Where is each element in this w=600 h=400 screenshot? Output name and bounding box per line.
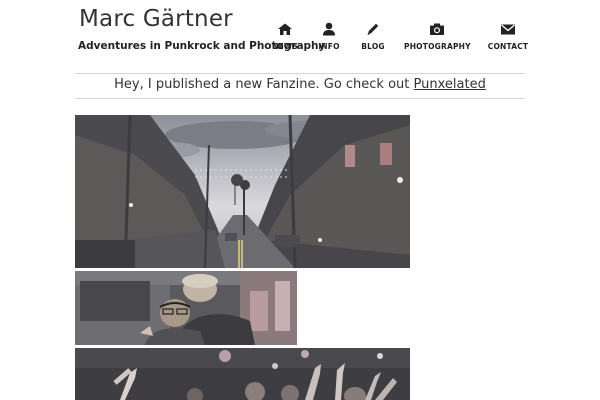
nav-item-photography[interactable]: PHOTOGRAPHY xyxy=(404,22,471,54)
pencil-icon xyxy=(358,22,388,38)
crowd-photo[interactable] xyxy=(75,348,410,400)
top-divider xyxy=(75,73,525,74)
person-icon xyxy=(314,22,344,38)
concert-hug-photo[interactable] xyxy=(75,271,297,345)
nav-item-news[interactable]: NEWS xyxy=(268,22,302,54)
fanzine-link[interactable]: Punxelated xyxy=(414,77,486,92)
nav-item-label: INFO xyxy=(318,42,340,51)
nav-item-contact[interactable]: CONTACT xyxy=(486,22,530,54)
nav-item-label: PHOTOGRAPHY xyxy=(404,42,471,51)
announcement-text: Hey, I published a new Fanzine. Go check… xyxy=(114,77,410,92)
nav-item-info[interactable]: INFO xyxy=(314,22,344,54)
nav-item-label: CONTACT xyxy=(487,42,529,51)
nav-item-label: NEWS xyxy=(272,42,298,51)
camera-icon xyxy=(404,22,470,38)
envelope-icon xyxy=(486,22,530,38)
nav-item-label: BLOG xyxy=(361,42,385,51)
announcement-banner: Hey, I published a new Fanzine. Go check… xyxy=(75,77,525,92)
home-icon xyxy=(268,22,302,38)
street-photo[interactable] xyxy=(75,115,410,268)
bottom-divider xyxy=(75,98,525,99)
nav-item-blog[interactable]: BLOG xyxy=(358,22,388,54)
main-navigation: NEWS INFO BLOG PHOTOGRAPHY CONTACT xyxy=(0,22,600,54)
